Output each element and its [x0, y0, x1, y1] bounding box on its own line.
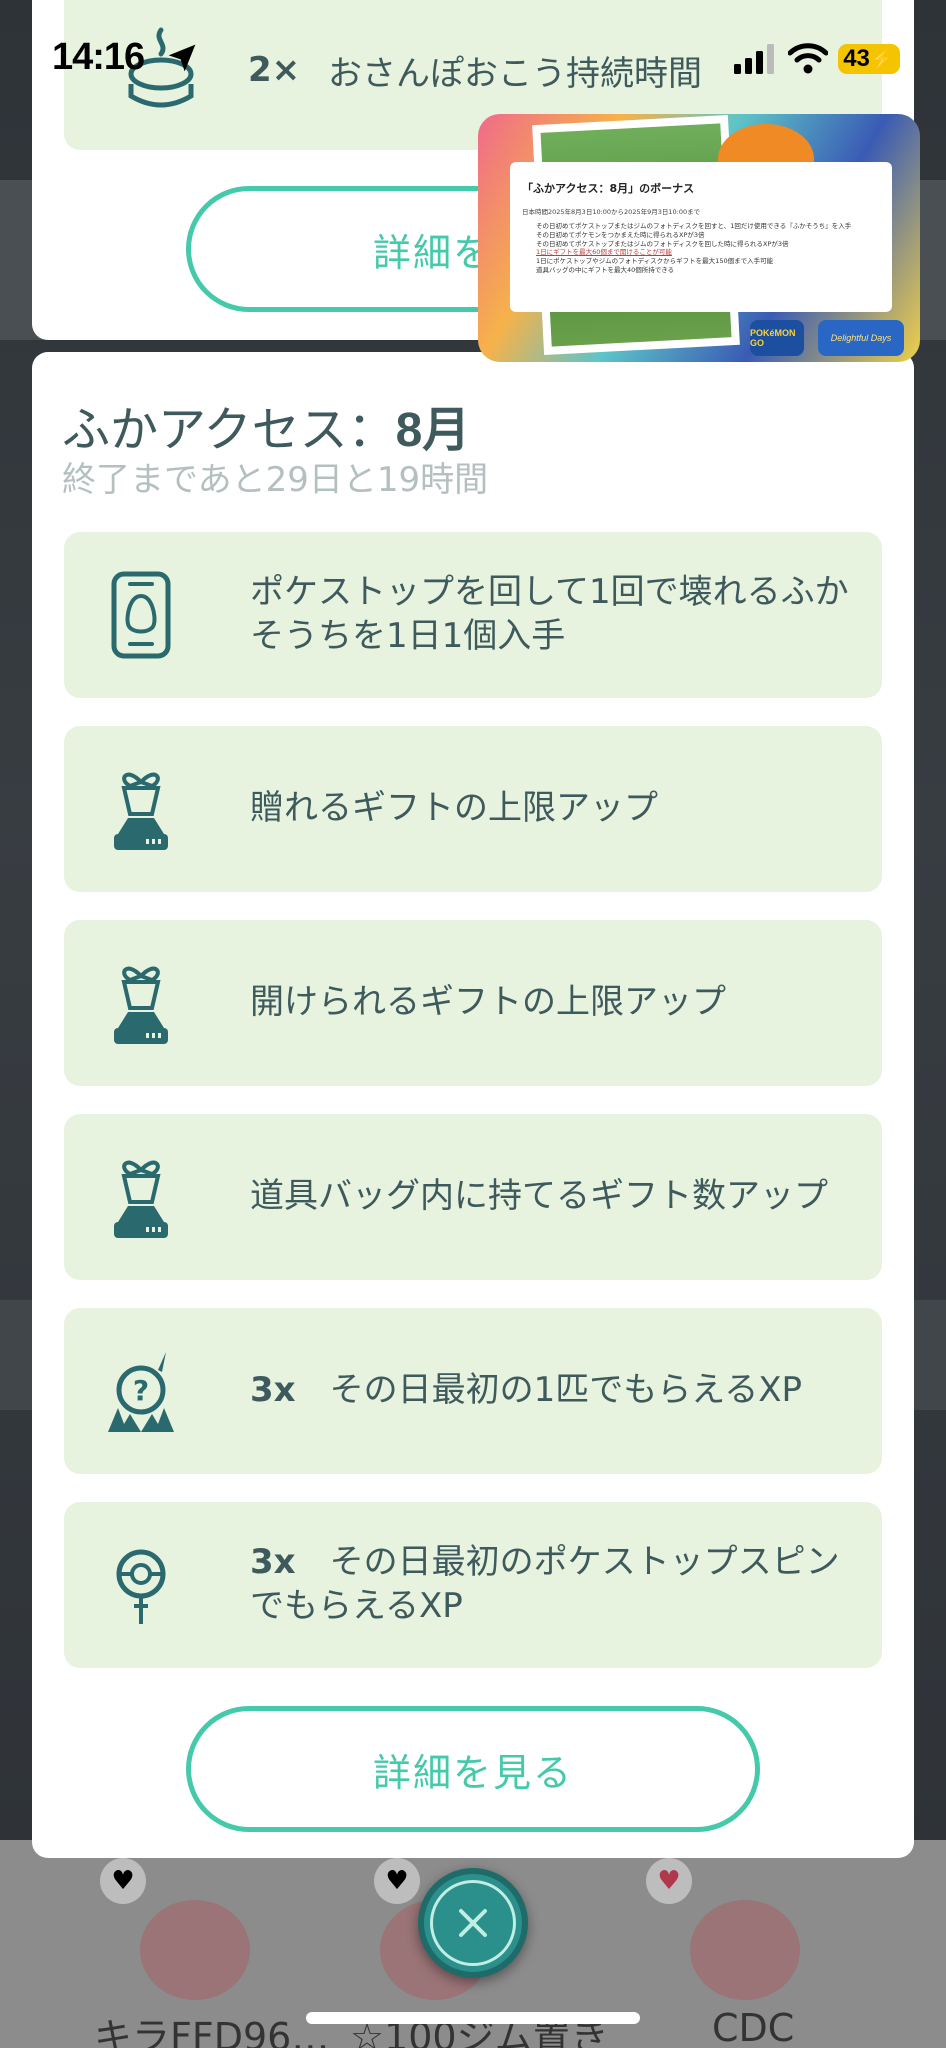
- heart-icon: ♥: [374, 1858, 420, 1904]
- bonus-row: 開けられるギフトの上限アップ: [64, 920, 882, 1086]
- bonus-text: その日最初のポケストップスピンでもらえるXP: [250, 1542, 840, 1626]
- bonus-row: 道具バッグ内に持てるギフト数アップ: [64, 1114, 882, 1280]
- bonus-text: ポケストップを回して1回で壊れるふかそうちを1日1個入手: [250, 572, 849, 656]
- location-arrow-icon: [168, 44, 196, 72]
- pip-list-item-highlighted: 1日にギフトを最大60個まで開けることが可能: [536, 248, 672, 257]
- pokemon-go-logo: POKéMON GO: [750, 320, 804, 356]
- battery-indicator: 43 ⚡: [838, 44, 900, 74]
- pip-bonus-list: その日初めてポケストップまたはジムのフォトディスクを回すと、1回だけ使用できる『…: [522, 222, 880, 275]
- pip-list-item: 1日にポケストップやジムのフォトディスクからギフトを最大150個まで入手可能: [536, 257, 774, 266]
- bonus-text: 道具バッグ内に持てるギフト数アップ: [250, 1176, 828, 1217]
- bonus-row: 3x その日最初のポケストップスピンでもらえるXP: [64, 1502, 882, 1668]
- title-month: 8月: [395, 404, 471, 457]
- status-time: 14:16: [52, 36, 145, 78]
- gift-icon: [114, 966, 168, 1044]
- event-logo: Delightful Days: [818, 320, 904, 356]
- charging-bolt-icon: ⚡: [869, 48, 895, 71]
- friend-avatar: [690, 1900, 800, 2000]
- bonus-multiplier: 3x: [250, 1542, 296, 1583]
- first-catch-icon: ?: [108, 1352, 174, 1432]
- card-title: ふかアクセス：8月: [62, 390, 470, 460]
- pip-list-item: その日初めてポケストップまたはジムのフォトディスクを回した時に得られるXPが3倍: [536, 239, 789, 248]
- pokestop-icon: [116, 1549, 166, 1624]
- svg-text:?: ?: [133, 1374, 149, 1407]
- lucky-egg-phone-icon: [111, 571, 171, 659]
- pip-video-overlay[interactable]: 「ふかアクセス：8月」のボーナス 日本時間2025年8月3日10:00から202…: [478, 114, 920, 362]
- friend-name: CDC: [712, 2006, 795, 2048]
- bonus-text: その日最初の1匹でもらえるXP: [329, 1370, 802, 1411]
- pip-list-item: その日初めてポケモンをつかまえた時に得られるXPが3倍: [536, 230, 705, 239]
- wifi-icon: [788, 43, 828, 74]
- gift-icon: [114, 772, 168, 850]
- bonus-row: ポケストップを回して1回で壊れるふかそうちを1日1個入手: [64, 532, 882, 698]
- bonus-multiplier: 3x: [250, 1370, 296, 1411]
- pip-announcement-card: 「ふかアクセス：8月」のボーナス 日本時間2025年8月3日10:00から202…: [510, 162, 892, 312]
- bonus-row: ? 3x その日最初の1匹でもらえるXP: [64, 1308, 882, 1474]
- gift-icon: [114, 1160, 168, 1238]
- bonus-row: 贈れるギフトの上限アップ: [64, 726, 882, 892]
- title-prefix: ふかアクセス：: [62, 402, 396, 458]
- home-indicator[interactable]: [306, 2012, 640, 2024]
- battery-level: 43: [843, 45, 870, 72]
- bonus-text: 開けられるギフトの上限アップ: [250, 982, 726, 1023]
- cellular-signal-icon: [734, 44, 774, 74]
- pip-list-item: 道具バッグの中にギフトを最大40個所持できる: [536, 265, 675, 274]
- time-remaining: 終了まであと29日と19時間: [62, 460, 489, 500]
- friend-name: キラFFD96…: [94, 2015, 330, 2048]
- pip-list-item: その日初めてポケストップまたはジムのフォトディスクを回すと、1回だけ使用できる『…: [536, 222, 852, 230]
- heart-icon: ♥: [100, 1858, 146, 1904]
- pip-title: 「ふかアクセス：8月」のボーナス: [522, 182, 695, 195]
- close-icon: [430, 1880, 516, 1966]
- bonus-text: 贈れるギフトの上限アップ: [250, 788, 658, 829]
- remote-access-card: ふかアクセス：8月 終了まであと29日と19時間 ポケストップを回して1回で壊れ…: [32, 352, 914, 1858]
- pip-period: 日本時間2025年8月3日10:00から2025年9月3日10:00まで: [522, 208, 701, 216]
- status-bar: 14:16 43 ⚡: [0, 0, 946, 120]
- friend-avatar: [140, 1900, 250, 2000]
- details-button[interactable]: 詳細を見る: [186, 1706, 760, 1832]
- heart-icon: ♥: [646, 1858, 692, 1904]
- close-button[interactable]: [418, 1868, 528, 1978]
